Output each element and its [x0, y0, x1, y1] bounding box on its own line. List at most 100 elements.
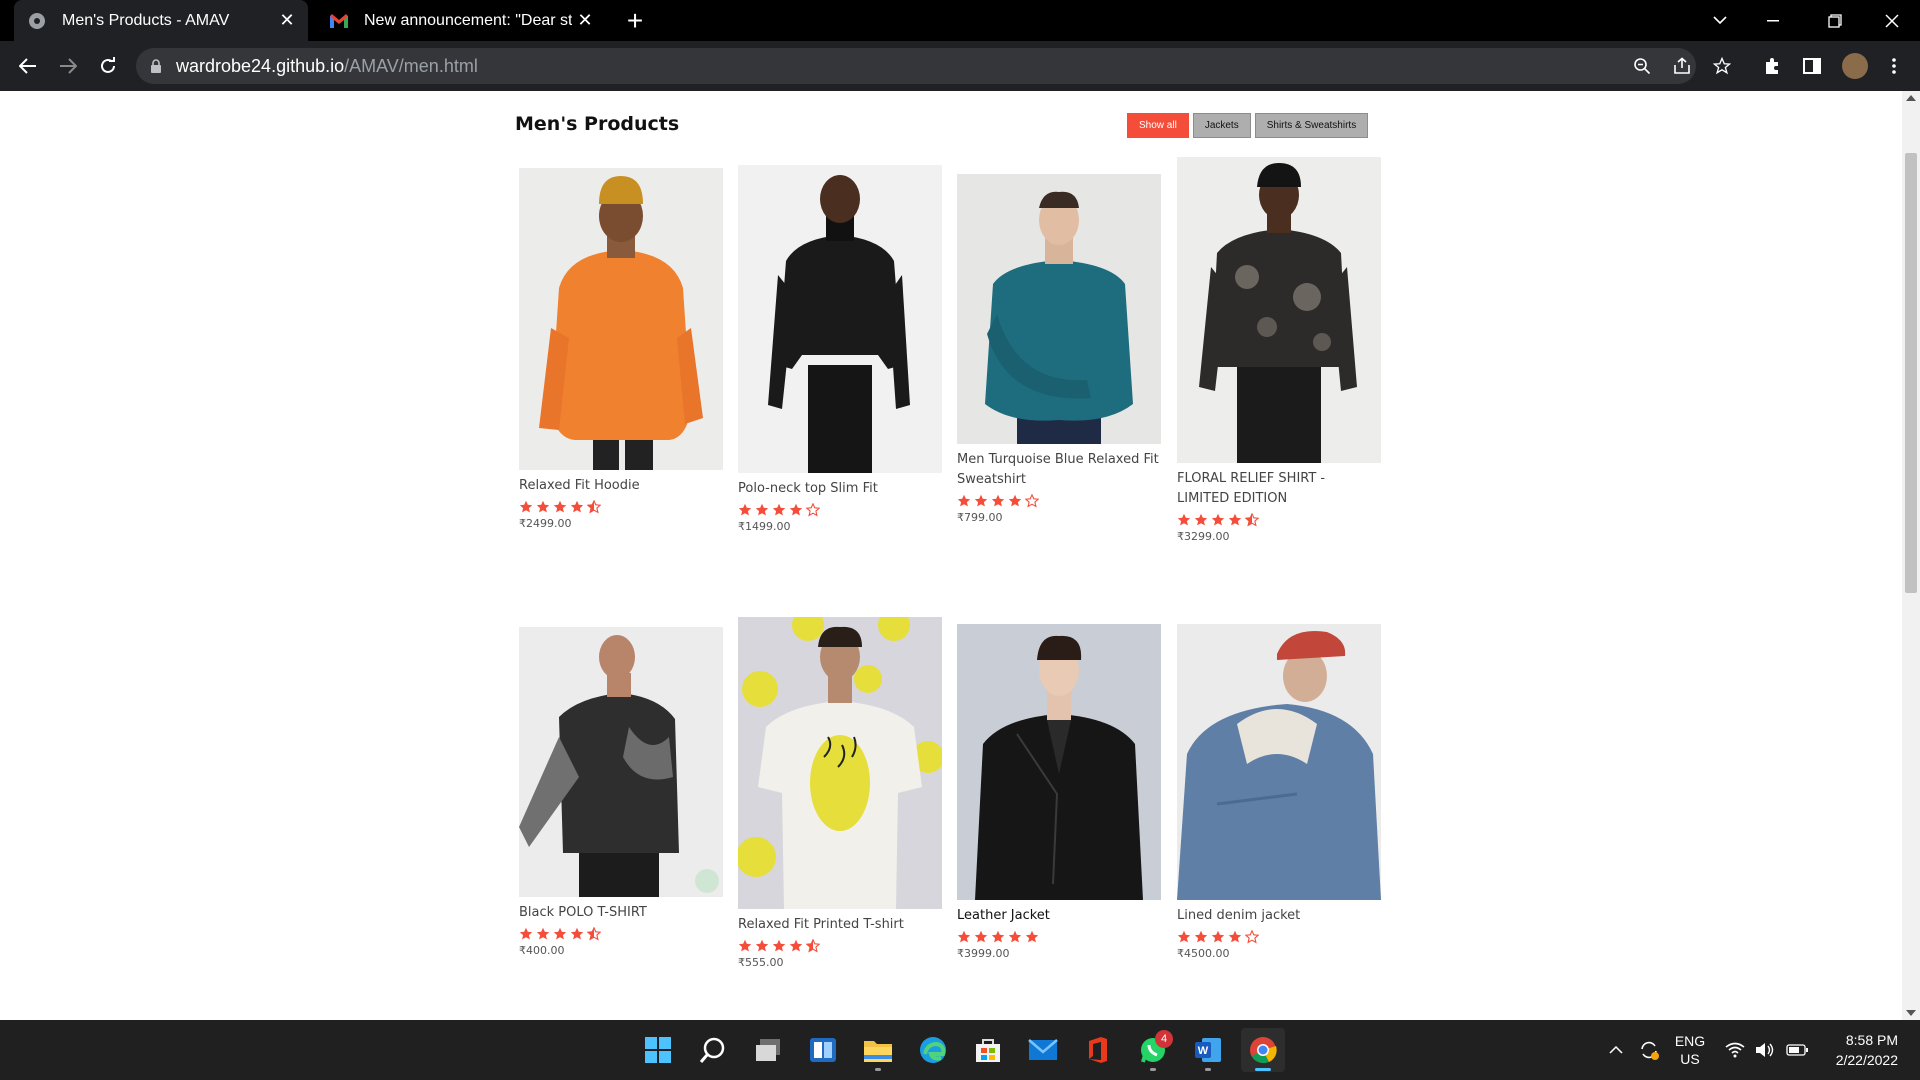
- product-name[interactable]: Polo-neck top Slim Fit: [738, 479, 942, 499]
- tab-search-icon[interactable]: [1692, 0, 1748, 41]
- product-image[interactable]: [957, 624, 1161, 900]
- star-full-icon: [1177, 512, 1191, 526]
- close-tab-icon[interactable]: ✕: [274, 8, 300, 34]
- battery-icon[interactable]: [1782, 1020, 1812, 1080]
- bookmark-star-icon[interactable]: [1706, 50, 1738, 82]
- microsoft-store-icon[interactable]: [966, 1028, 1010, 1072]
- gmail-icon: [328, 10, 350, 32]
- scrollbar-thumb[interactable]: [1905, 153, 1917, 593]
- new-tab-button[interactable]: +: [620, 5, 650, 36]
- svg-text:W: W: [1198, 1045, 1209, 1057]
- rating-stars: [1177, 512, 1381, 527]
- lock-icon[interactable]: [150, 59, 162, 73]
- sync-icon[interactable]: [1634, 1020, 1664, 1080]
- star-full-icon: [1228, 929, 1242, 943]
- product-card[interactable]: Polo-neck top Slim Fit ₹1499.00: [738, 165, 942, 533]
- close-tab-icon[interactable]: ✕: [572, 8, 598, 34]
- filter-show-all-button[interactable]: Show all: [1127, 113, 1189, 138]
- volume-icon[interactable]: [1752, 1020, 1778, 1080]
- scroll-down-icon[interactable]: [1906, 1010, 1916, 1016]
- product-name[interactable]: Lined denim jacket: [1177, 906, 1381, 926]
- product-price: ₹4500.00: [1177, 947, 1230, 960]
- product-card[interactable]: FLORAL RELIEF SHIRT - LIMITED EDITION ₹3…: [1177, 157, 1381, 543]
- running-indicator: [875, 1068, 881, 1071]
- share-icon[interactable]: [1666, 50, 1698, 82]
- star-full-icon: [570, 926, 584, 940]
- product-name[interactable]: Black POLO T-SHIRT: [519, 903, 723, 923]
- file-explorer-icon[interactable]: [856, 1028, 900, 1072]
- star-full-icon: [957, 493, 971, 507]
- widgets-icon[interactable]: [801, 1028, 845, 1072]
- star-full-icon: [1194, 512, 1208, 526]
- product-card[interactable]: Relaxed Fit Hoodie ₹2499.00: [519, 168, 723, 530]
- star-full-icon: [789, 938, 803, 952]
- star-full-icon: [738, 502, 752, 516]
- forward-button[interactable]: [52, 50, 84, 82]
- clock-date: 2/22/2022: [1835, 1052, 1898, 1068]
- address-bar[interactable]: wardrobe24.github.io/AMAV/men.html: [136, 48, 1696, 84]
- star-full-icon: [772, 938, 786, 952]
- word-icon[interactable]: W: [1186, 1028, 1230, 1072]
- product-name[interactable]: Leather Jacket: [957, 906, 1161, 926]
- close-window-button[interactable]: [1864, 0, 1920, 41]
- whatsapp-icon[interactable]: 4: [1131, 1028, 1175, 1072]
- product-name[interactable]: Relaxed Fit Printed T-shirt: [738, 915, 942, 935]
- restore-button[interactable]: [1807, 0, 1863, 41]
- star-half-icon: [586, 499, 602, 514]
- product-image[interactable]: [738, 617, 942, 909]
- product-image[interactable]: [1177, 157, 1381, 463]
- menu-dots-icon[interactable]: [1878, 50, 1910, 82]
- minimize-button[interactable]: [1745, 0, 1801, 41]
- reload-button[interactable]: [92, 50, 124, 82]
- product-image[interactable]: [957, 174, 1161, 444]
- product-price: ₹400.00: [519, 944, 565, 957]
- edge-icon[interactable]: [911, 1028, 955, 1072]
- tab-title: Men's Products - AMAV: [62, 11, 230, 29]
- back-button[interactable]: [12, 50, 44, 82]
- extensions-icon[interactable]: [1756, 50, 1788, 82]
- page-scrollbar[interactable]: [1902, 91, 1920, 1020]
- star-full-icon: [957, 929, 971, 943]
- product-price: ₹1499.00: [738, 520, 791, 533]
- product-card[interactable]: Men Turquoise Blue Relaxed Fit Sweatshir…: [957, 174, 1161, 524]
- product-image[interactable]: [519, 168, 723, 470]
- zoom-icon[interactable]: [1626, 50, 1658, 82]
- star-full-icon: [570, 499, 584, 513]
- clock[interactable]: 8:58 PM 2/22/2022: [1818, 1020, 1898, 1080]
- rating-stars: [957, 493, 1161, 508]
- product-name[interactable]: Relaxed Fit Hoodie: [519, 476, 723, 496]
- chevron-up-icon[interactable]: [1604, 1020, 1628, 1080]
- language-code: ENG: [1674, 1033, 1706, 1049]
- filter-jackets-button[interactable]: Jackets: [1192, 113, 1251, 138]
- search-icon[interactable]: [691, 1028, 735, 1072]
- task-view-icon[interactable]: [746, 1028, 790, 1072]
- product-price: ₹799.00: [957, 511, 1003, 524]
- profile-avatar[interactable]: [1842, 53, 1868, 79]
- star-full-icon: [1211, 929, 1225, 943]
- rating-stars: [1177, 929, 1381, 944]
- tab-mens-products[interactable]: Men's Products - AMAV ✕: [14, 0, 308, 41]
- product-image[interactable]: [1177, 624, 1381, 900]
- scroll-up-icon[interactable]: [1906, 95, 1916, 101]
- star-full-icon: [1177, 929, 1191, 943]
- office-icon[interactable]: [1076, 1028, 1120, 1072]
- input-language[interactable]: ENG US: [1670, 1020, 1710, 1080]
- side-panel-icon[interactable]: [1796, 50, 1828, 82]
- product-card[interactable]: Black POLO T-SHIRT ₹400.00: [519, 627, 723, 957]
- product-name[interactable]: FLORAL RELIEF SHIRT - LIMITED EDITION: [1177, 469, 1381, 509]
- product-name[interactable]: Men Turquoise Blue Relaxed Fit Sweatshir…: [957, 450, 1161, 490]
- star-full-icon: [536, 499, 550, 513]
- product-image[interactable]: [519, 627, 723, 897]
- star-full-icon: [1008, 493, 1022, 507]
- tab-announcement[interactable]: New announcement: "Dear stude ✕: [316, 0, 606, 41]
- product-card[interactable]: Relaxed Fit Printed T-shirt ₹555.00: [738, 617, 942, 969]
- wifi-icon[interactable]: [1722, 1020, 1748, 1080]
- filter-shirts-sweatshirts-button[interactable]: Shirts & Sweatshirts: [1254, 113, 1369, 138]
- start-icon[interactable]: [636, 1028, 680, 1072]
- rating-stars: [519, 926, 723, 941]
- mail-icon[interactable]: [1021, 1028, 1065, 1072]
- chrome-icon[interactable]: [1241, 1028, 1285, 1072]
- product-image[interactable]: [738, 165, 942, 473]
- product-card[interactable]: Leather Jacket ₹3999.00: [957, 624, 1161, 960]
- product-card[interactable]: Lined denim jacket ₹4500.00: [1177, 624, 1381, 960]
